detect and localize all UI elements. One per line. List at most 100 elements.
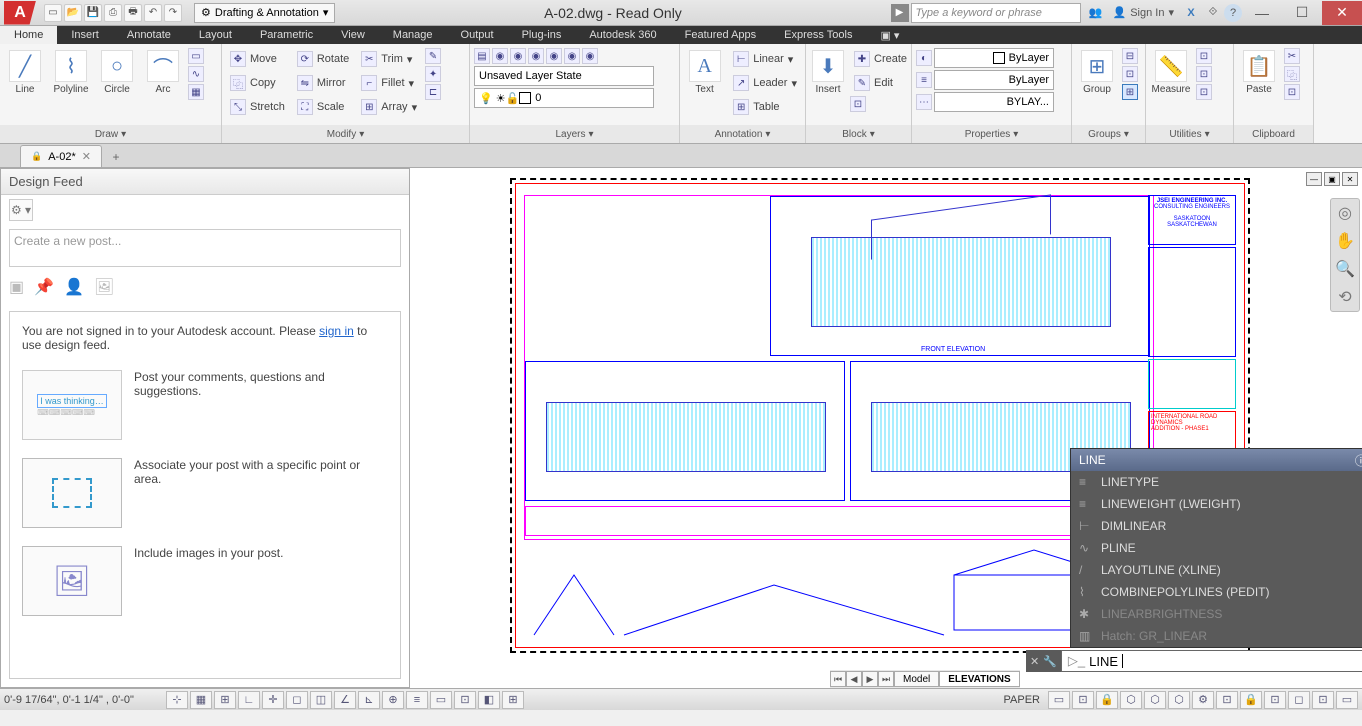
grid-icon[interactable]: ⊞ — [214, 691, 236, 709]
layer-icon[interactable]: ◉ — [510, 48, 526, 64]
tab-layout[interactable]: Layout — [185, 26, 246, 44]
lwt-icon[interactable]: ≡ — [406, 691, 428, 709]
qat-undo-icon[interactable]: ↶ — [144, 4, 162, 22]
leader-button[interactable]: ↗Leader ▾ — [729, 72, 801, 94]
current-layer-combo[interactable]: 💡☀🔓0 — [474, 88, 654, 108]
scale-button[interactable]: ⛶Scale — [293, 96, 353, 118]
cmd-suggestion[interactable]: /LAYOUTLINE (XLINE) — [1071, 559, 1362, 581]
lt-icon[interactable]: ⋯ — [916, 94, 932, 110]
explode-icon[interactable]: ✦ — [425, 66, 441, 82]
exchange-icon[interactable]: X — [1180, 3, 1202, 23]
cmd-suggestion[interactable]: ≡LINEWEIGHT (LWEIGHT) — [1071, 493, 1362, 515]
help-icon[interactable]: ? — [1224, 4, 1242, 22]
am-icon[interactable]: ⊞ — [502, 691, 524, 709]
tab-featured-apps[interactable]: Featured Apps — [671, 26, 771, 44]
insert-button[interactable]: ⬇Insert — [810, 48, 846, 97]
workspace-selector[interactable]: ⚙ Drafting & Annotation ▾ — [194, 3, 335, 23]
layout-nav-prev[interactable]: ◀ — [846, 671, 862, 687]
layer-icon[interactable]: ◉ — [564, 48, 580, 64]
circle-button[interactable]: ○Circle — [96, 48, 138, 97]
line-button[interactable]: ╱Line — [4, 48, 46, 97]
ws-icon[interactable]: ⚙ — [1192, 691, 1214, 709]
tpy-icon[interactable]: ▭ — [430, 691, 452, 709]
copyclip-icon[interactable]: ⿻ — [1284, 66, 1300, 82]
sc-icon[interactable]: ◧ — [478, 691, 500, 709]
tab-manage[interactable]: Manage — [379, 26, 447, 44]
cmd-suggestion[interactable]: ≡LINETYPE — [1071, 471, 1362, 493]
mirror-button[interactable]: ⇋Mirror — [293, 72, 353, 94]
polar-icon[interactable]: ✛ — [262, 691, 284, 709]
sb-icon[interactable]: ⊡ — [1072, 691, 1094, 709]
pan-icon[interactable]: ✋ — [1331, 227, 1359, 255]
layout-nav-first[interactable]: ⏮ — [830, 671, 846, 687]
infer-icon[interactable]: ⊹ — [166, 691, 188, 709]
cmd-suggestion[interactable]: ∿PLINE — [1071, 537, 1362, 559]
signin-link[interactable]: sign in — [319, 324, 354, 338]
vp-min-icon[interactable]: — — [1306, 172, 1322, 186]
fillet-button[interactable]: ⌐Fillet ▾ — [357, 72, 421, 94]
polyline-button[interactable]: ⌇Polyline — [50, 48, 92, 97]
sb-icon[interactable]: ◻ — [1288, 691, 1310, 709]
cmd-suggestion-var[interactable]: ✱LINEARBRIGHTNESS+ — [1071, 603, 1362, 625]
command-input[interactable]: ▷_LINE — [1061, 650, 1362, 672]
lw-icon[interactable]: ≡ — [916, 72, 932, 88]
qat-redo-icon[interactable]: ↷ — [164, 4, 182, 22]
arc-button[interactable]: ⌒Arc — [142, 48, 184, 97]
layout-nav-next[interactable]: ▶ — [862, 671, 878, 687]
ducs-icon[interactable]: ⊾ — [358, 691, 380, 709]
qp-icon[interactable]: ⊡ — [454, 691, 476, 709]
signin-button[interactable]: 👤Sign In▾ — [1107, 6, 1180, 19]
search-input[interactable]: Type a keyword or phrase — [911, 3, 1081, 23]
qat-save-icon[interactable]: 💾 — [84, 4, 102, 22]
3dosnap-icon[interactable]: ◫ — [310, 691, 332, 709]
search-icon[interactable]: ▶ — [891, 4, 909, 22]
zoom-icon[interactable]: 🔍 — [1331, 255, 1359, 283]
person-icon[interactable]: 👤 — [64, 277, 84, 297]
tab-insert[interactable]: Insert — [57, 26, 113, 44]
dim-linear-button[interactable]: ⊢Linear ▾ — [729, 48, 801, 70]
ungroup-icon[interactable]: ⊟ — [1122, 48, 1138, 64]
tab-view[interactable]: View — [327, 26, 379, 44]
block-attr-icon[interactable]: ⊡ — [850, 96, 866, 112]
util-icon[interactable]: ⊡ — [1196, 66, 1212, 82]
model-tab[interactable]: Model — [894, 671, 939, 687]
stay-connected-icon[interactable]: ⟐ — [1202, 3, 1224, 23]
grouponoff-icon[interactable]: ⊞ — [1122, 84, 1138, 100]
tab-output[interactable]: Output — [447, 26, 508, 44]
layer-icon[interactable]: ◉ — [492, 48, 508, 64]
wrench-icon[interactable]: 🔧 — [1043, 655, 1057, 668]
lineweight-combo[interactable]: ByLayer — [934, 70, 1054, 90]
groupedit-icon[interactable]: ⊡ — [1122, 66, 1138, 82]
sb-icon[interactable]: ⊡ — [1216, 691, 1238, 709]
color-combo[interactable]: ByLayer — [934, 48, 1054, 68]
space-indicator[interactable]: PAPER — [998, 694, 1046, 706]
osnap-icon[interactable]: ◻ — [286, 691, 308, 709]
util-icon[interactable]: ⊡ — [1196, 48, 1212, 64]
measure-button[interactable]: 📏Measure — [1150, 48, 1192, 97]
util-icon[interactable]: ⊡ — [1196, 84, 1212, 100]
minimize-button[interactable]: — — [1242, 1, 1282, 25]
vp-max-icon[interactable]: ▣ — [1324, 172, 1340, 186]
file-tab[interactable]: 🔒 A-02* ✕ — [20, 145, 102, 167]
gear-button[interactable]: ⚙ ▾ — [9, 199, 33, 221]
tab-home[interactable]: Home — [0, 26, 57, 44]
layer-icon[interactable]: ◉ — [528, 48, 544, 64]
iso-icon[interactable]: ⊡ — [1312, 691, 1334, 709]
layer-icon[interactable]: ◉ — [582, 48, 598, 64]
close-tab-icon[interactable]: ✕ — [82, 150, 91, 163]
nav-wheel-icon[interactable]: ◎ — [1331, 199, 1359, 227]
match-icon[interactable]: ◐ — [916, 50, 932, 66]
area-icon[interactable]: ▣ — [9, 277, 24, 297]
text-button[interactable]: AText — [684, 48, 725, 97]
layerprop-icon[interactable]: ▤ — [474, 48, 490, 64]
cut-icon[interactable]: ✂ — [1284, 48, 1300, 64]
group-button[interactable]: ⊞Group — [1076, 48, 1118, 97]
snap-icon[interactable]: ▦ — [190, 691, 212, 709]
pin-icon[interactable]: 📌 — [34, 277, 54, 297]
sb-icon[interactable]: 🔒 — [1240, 691, 1262, 709]
close-icon[interactable]: ✕ — [1030, 655, 1039, 668]
hw-icon[interactable]: ⊡ — [1264, 691, 1286, 709]
tab-parametric[interactable]: Parametric — [246, 26, 327, 44]
table-button[interactable]: ⊞Table — [729, 96, 801, 118]
tab-plugins[interactable]: Plug-ins — [508, 26, 576, 44]
